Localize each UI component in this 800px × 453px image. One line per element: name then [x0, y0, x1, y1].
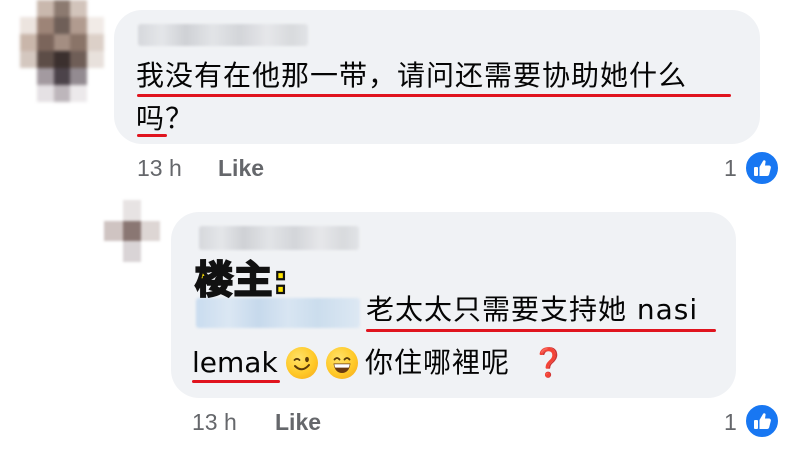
reaction-count[interactable]: 1 [724, 155, 737, 181]
text-underline [366, 329, 716, 332]
winking-face-icon [286, 347, 318, 379]
op-name-blurred[interactable] [196, 298, 360, 328]
reaction-count[interactable]: 1 [724, 409, 737, 435]
comment-text-line-2: 吗？ [136, 102, 195, 135]
reply-text-lemak: lemak [192, 346, 278, 379]
comment-timestamp[interactable]: 13 h [137, 155, 182, 181]
text-underline [137, 94, 731, 97]
reply-timestamp[interactable]: 13 h [192, 409, 237, 435]
red-question-mark-icon: ❓ [531, 346, 566, 379]
thumbs-up-icon[interactable] [744, 150, 780, 186]
op-label: 楼主: [194, 257, 290, 303]
text-underline [137, 134, 167, 137]
comment-text-line-1: 我没有在他那一带，请问还需要协助她什么 [136, 59, 688, 92]
grinning-face-icon [326, 347, 358, 379]
text-underline [192, 380, 280, 383]
reply-text-line-2: 你住哪裡呢 [365, 346, 511, 379]
like-button[interactable]: Like [218, 155, 264, 181]
commenter-avatar[interactable] [20, 0, 104, 102]
like-button[interactable]: Like [275, 409, 321, 435]
replier-name-blurred[interactable] [199, 226, 359, 250]
thumbs-up-icon[interactable] [744, 403, 780, 439]
commenter-name-blurred[interactable] [138, 24, 308, 46]
replier-avatar[interactable] [104, 200, 160, 262]
reply-text-line-1: 老太太只需要支持她 nasi [366, 293, 699, 326]
